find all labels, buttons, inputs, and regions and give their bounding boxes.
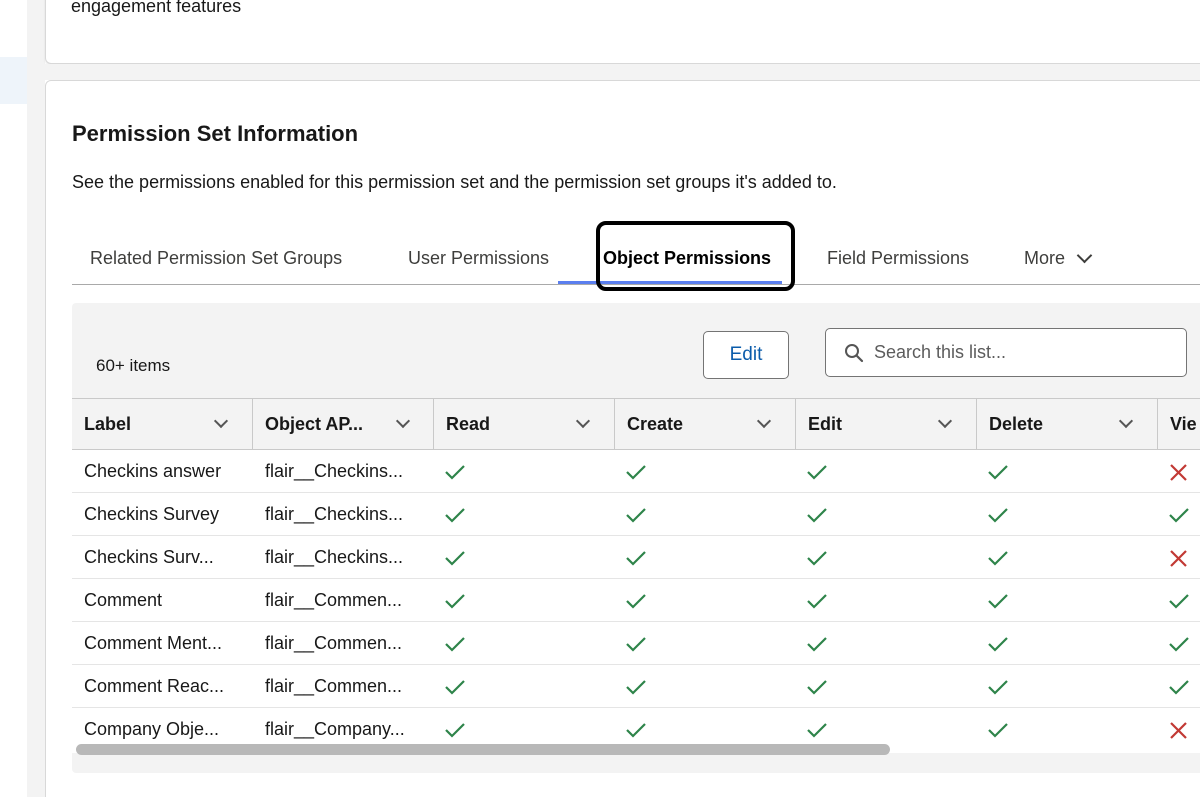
cross-icon xyxy=(1170,550,1187,567)
check-icon xyxy=(626,680,646,695)
object-permissions-list: 60+ items Edit Label Object AP... xyxy=(72,303,1200,773)
table-row[interactable]: Checkins Survey flair__Checkins... xyxy=(72,493,1200,536)
tab-object-permissions[interactable]: Object Permissions xyxy=(603,231,771,285)
column-header-create[interactable]: Create xyxy=(615,399,795,449)
cell-object-api: flair__Checkins... xyxy=(265,546,404,567)
chevron-down-icon[interactable] xyxy=(937,413,953,429)
search-input[interactable] xyxy=(874,342,1174,363)
tab-related-permission-set-groups[interactable]: Related Permission Set Groups xyxy=(90,231,342,285)
column-header-text: Read xyxy=(446,413,491,434)
chevron-down-icon[interactable] xyxy=(395,413,411,429)
cell-label[interactable]: Checkins answer xyxy=(72,450,252,492)
cell-label[interactable]: Comment Reac... xyxy=(72,665,252,707)
cell-label[interactable]: Checkins Surv... xyxy=(72,536,252,578)
check-icon xyxy=(445,637,465,652)
search-box[interactable] xyxy=(825,328,1187,377)
cell-label[interactable]: Comment xyxy=(72,579,252,621)
card-description: See the permissions enabled for this per… xyxy=(72,172,837,192)
scrollbar-thumb[interactable] xyxy=(76,744,890,755)
column-header-view[interactable]: Vie xyxy=(1158,399,1200,449)
left-rail-selected-item[interactable] xyxy=(0,57,27,104)
table-row[interactable]: Comment Ment... flair__Commen... xyxy=(72,622,1200,665)
check-icon xyxy=(807,551,827,566)
column-header-edit[interactable]: Edit xyxy=(796,399,976,449)
check-icon xyxy=(807,594,827,609)
check-icon xyxy=(1169,680,1189,695)
check-icon xyxy=(445,723,465,738)
cell-object-api: flair__Commen... xyxy=(265,675,403,696)
column-header-read[interactable]: Read xyxy=(434,399,614,449)
check-icon xyxy=(445,465,465,480)
tab-user-permissions[interactable]: User Permissions xyxy=(408,231,549,285)
page-gutter xyxy=(27,0,45,797)
check-icon xyxy=(626,594,646,609)
check-icon xyxy=(1169,594,1189,609)
check-icon xyxy=(626,508,646,523)
check-icon xyxy=(807,465,827,480)
permission-set-card: Permission Set Information See the permi… xyxy=(45,80,1200,797)
check-icon xyxy=(626,637,646,652)
check-icon xyxy=(445,680,465,695)
check-icon xyxy=(807,508,827,523)
cross-icon xyxy=(1170,722,1187,739)
items-count: 60+ items xyxy=(96,356,171,375)
check-icon xyxy=(988,723,1008,738)
check-icon xyxy=(445,594,465,609)
tab-more-label: More xyxy=(1024,247,1066,268)
column-header-text: Create xyxy=(627,413,684,434)
check-icon xyxy=(988,594,1008,609)
chevron-down-icon[interactable] xyxy=(756,413,772,429)
check-icon xyxy=(988,508,1008,523)
check-icon xyxy=(988,465,1008,480)
edit-button[interactable]: Edit xyxy=(703,331,789,379)
top-card: engagement features xyxy=(45,0,1200,64)
cell-label[interactable]: Comment Ment... xyxy=(72,622,252,664)
cell-object-api: flair__Checkins... xyxy=(265,503,404,524)
column-header-text: Label xyxy=(84,413,132,434)
cell-object-api: flair__Commen... xyxy=(265,589,403,610)
check-icon xyxy=(626,551,646,566)
check-icon xyxy=(1169,637,1189,652)
cell-label[interactable]: Checkins Survey xyxy=(72,493,252,535)
search-icon xyxy=(845,343,864,362)
column-header-text: Edit xyxy=(808,413,842,434)
card-title: Permission Set Information xyxy=(72,121,359,146)
check-icon xyxy=(445,508,465,523)
check-icon xyxy=(626,465,646,480)
table-row[interactable]: Checkins Surv... flair__Checkins... xyxy=(72,536,1200,579)
cell-object-api: flair__Commen... xyxy=(265,632,403,653)
column-header-text: Vie xyxy=(1170,413,1197,434)
table-header: Label Object AP... Read Create Edit Dele… xyxy=(72,398,1200,450)
column-header-object-api[interactable]: Object AP... xyxy=(253,399,433,449)
table-row[interactable]: Comment Reac... flair__Commen... xyxy=(72,665,1200,708)
tab-field-permissions[interactable]: Field Permissions xyxy=(827,231,969,285)
check-icon xyxy=(807,680,827,695)
tab-bar: Related Permission Set Groups User Permi… xyxy=(72,231,1200,285)
table-row[interactable]: Checkins answer flair__Checkins... xyxy=(72,450,1200,493)
table-row[interactable]: Comment flair__Commen... xyxy=(72,579,1200,622)
top-card-text: engagement features xyxy=(71,0,242,16)
check-icon xyxy=(445,551,465,566)
chevron-down-icon xyxy=(1076,247,1093,263)
active-tab-indicator xyxy=(558,281,782,284)
check-icon xyxy=(988,551,1008,566)
check-icon xyxy=(626,723,646,738)
check-icon xyxy=(1169,508,1189,523)
column-header-text: Delete xyxy=(989,413,1044,434)
column-header-label[interactable]: Label xyxy=(72,399,252,449)
chevron-down-icon[interactable] xyxy=(575,413,591,429)
cross-icon xyxy=(1170,464,1187,481)
column-header-delete[interactable]: Delete xyxy=(977,399,1157,449)
cell-object-api: flair__Checkins... xyxy=(265,460,404,481)
left-rail xyxy=(0,0,27,797)
tab-more[interactable]: More xyxy=(1024,231,1093,285)
card-gap xyxy=(45,64,1200,80)
check-icon xyxy=(988,637,1008,652)
chevron-down-icon[interactable] xyxy=(213,413,229,429)
chevron-down-icon[interactable] xyxy=(1118,413,1134,429)
check-icon xyxy=(807,723,827,738)
column-header-text: Object AP... xyxy=(265,413,364,434)
check-icon xyxy=(807,637,827,652)
check-icon xyxy=(988,680,1008,695)
